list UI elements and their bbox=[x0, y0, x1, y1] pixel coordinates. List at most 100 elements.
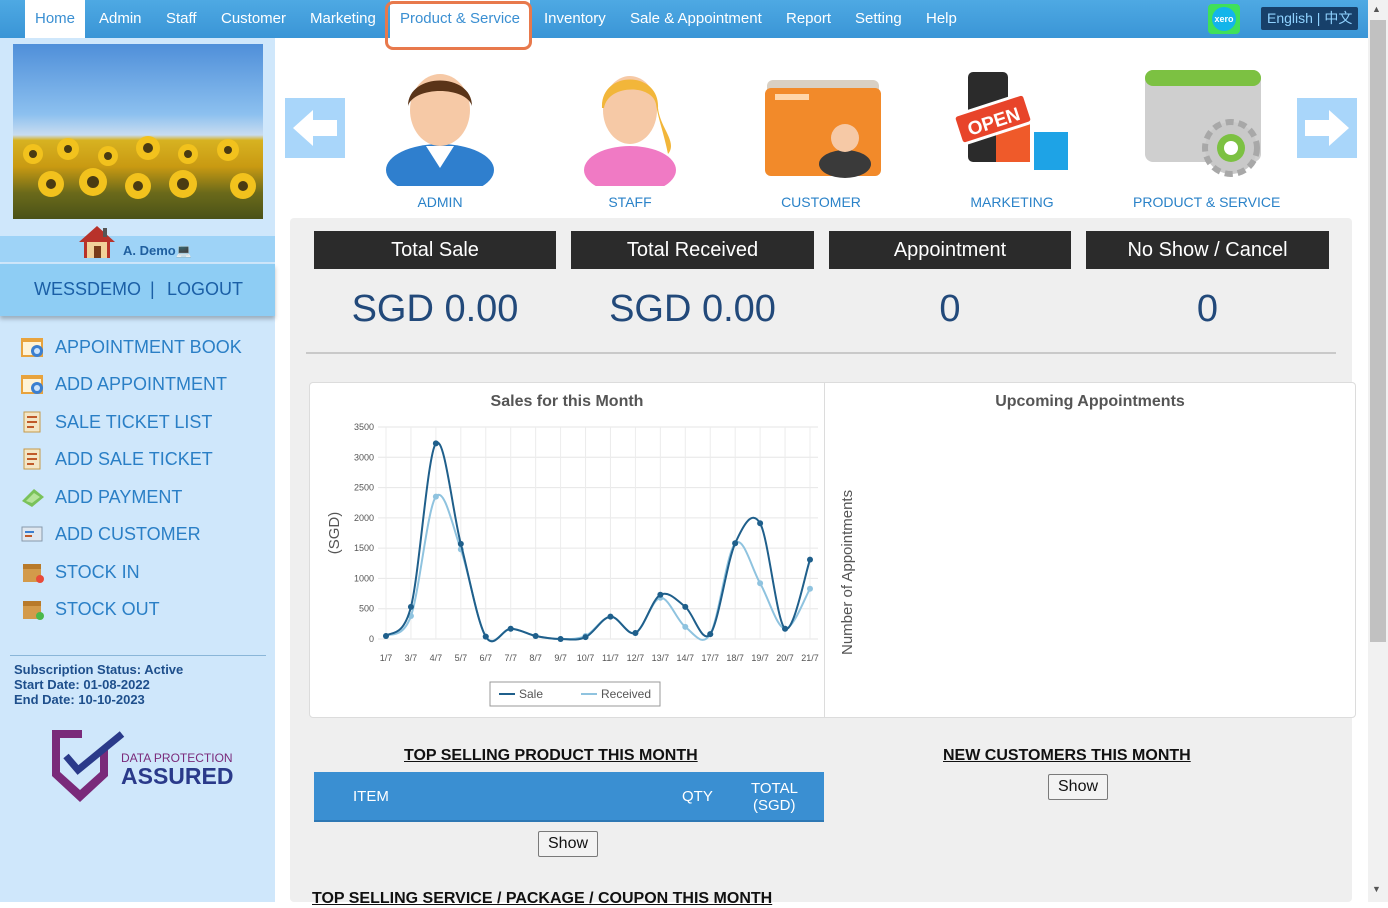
sunflower-field-image bbox=[13, 44, 263, 219]
data-point-received bbox=[757, 580, 764, 587]
data-point-received bbox=[807, 585, 813, 592]
data-point-sale bbox=[507, 625, 514, 632]
scroll-down-arrow-icon[interactable]: ▼ bbox=[1372, 884, 1381, 894]
series-line-sale bbox=[385, 441, 811, 643]
y-tick-label: 3000 bbox=[354, 452, 374, 462]
account-name-link[interactable]: WESSDEMO bbox=[34, 279, 141, 300]
marketing-open-sign-icon: OPEN bbox=[952, 72, 1068, 170]
nav-setting[interactable]: Setting bbox=[855, 0, 902, 38]
appointments-title: Upcoming Appointments bbox=[995, 393, 1185, 410]
series-line-received bbox=[385, 493, 811, 642]
y-tick-label: 2500 bbox=[354, 483, 374, 493]
top-selling-product-title: TOP SELLING PRODUCT THIS MONTH bbox=[404, 747, 698, 764]
nav-product-service[interactable]: Product & Service bbox=[390, 0, 530, 38]
data-point-sale bbox=[557, 636, 564, 642]
carousel-marketing[interactable]: OPEN MARKETING bbox=[942, 58, 1082, 213]
carousel-label-staff: STAFF bbox=[608, 194, 652, 210]
carousel-staff[interactable]: STAFF bbox=[560, 58, 700, 213]
account-separator: | bbox=[150, 279, 155, 299]
calendar-icon bbox=[21, 338, 43, 357]
xero-button[interactable]: xero bbox=[1208, 4, 1240, 34]
x-tick-label: 3/7 bbox=[405, 653, 418, 663]
stat-value-total-received: SGD 0.00 bbox=[609, 288, 776, 330]
x-tick-label: 8/7 bbox=[529, 653, 542, 663]
nav-home[interactable]: Home bbox=[25, 0, 85, 38]
x-tick-label: 6/7 bbox=[480, 653, 493, 663]
data-point-sale bbox=[383, 632, 389, 639]
nav-staff[interactable]: Staff bbox=[166, 0, 197, 38]
stat-value-total-sale: SGD 0.00 bbox=[351, 288, 519, 330]
nav-help[interactable]: Help bbox=[926, 0, 957, 38]
subscription-end-date: End Date: 10-10-2023 bbox=[14, 692, 145, 707]
carousel-admin[interactable]: ADMIN bbox=[370, 58, 510, 213]
data-point-sale bbox=[482, 633, 489, 640]
data-point-sale bbox=[807, 556, 813, 563]
nav-sale-appointment[interactable]: Sale & Appointment bbox=[630, 0, 762, 38]
x-tick-label: 11/7 bbox=[602, 653, 619, 663]
data-point-sale bbox=[682, 603, 689, 610]
x-tick-label: 10/7 bbox=[577, 653, 595, 663]
x-tick-label: 1/7 bbox=[380, 653, 393, 663]
data-point-sale bbox=[707, 631, 714, 638]
carousel-label-customer: CUSTOMER bbox=[781, 194, 861, 210]
carousel-label-product-service: PRODUCT & SERVICE bbox=[1133, 194, 1281, 210]
top-product-table-header: ITEM QTY TOTAL (SGD) bbox=[314, 772, 824, 822]
data-point-received bbox=[432, 493, 439, 500]
carousel-prev-button[interactable] bbox=[285, 98, 345, 158]
box-in-icon bbox=[23, 564, 44, 583]
column-total-currency: (SGD) bbox=[753, 797, 796, 814]
badge-line2: ASSURED bbox=[121, 763, 233, 789]
x-tick-label: 19/7 bbox=[751, 653, 769, 663]
data-point-received bbox=[682, 623, 689, 630]
y-tick-label: 2000 bbox=[354, 513, 374, 523]
nav-inventory[interactable]: Inventory bbox=[544, 0, 606, 38]
column-qty: QTY bbox=[682, 788, 713, 805]
y-tick-label: 1500 bbox=[354, 543, 374, 553]
home-icon[interactable] bbox=[77, 224, 117, 260]
customer-card-icon bbox=[21, 526, 43, 542]
ticket-add-icon bbox=[23, 448, 41, 470]
x-tick-label: 13/7 bbox=[652, 653, 670, 663]
scrollbar-thumb[interactable] bbox=[1370, 20, 1386, 642]
scroll-up-arrow-icon[interactable]: ▲ bbox=[1372, 4, 1381, 14]
nav-marketing[interactable]: Marketing bbox=[310, 0, 376, 38]
legend-label-received: Received bbox=[601, 687, 651, 701]
stat-header-no-show-cancel: No Show / Cancel bbox=[1086, 231, 1329, 269]
shield-check-icon: DATA PROTECTION ASSURED bbox=[52, 730, 233, 802]
sidebar-divider bbox=[10, 655, 266, 656]
ticket-list-icon bbox=[23, 411, 41, 433]
nav-admin[interactable]: Admin bbox=[99, 0, 142, 38]
legend-label-sale: Sale bbox=[519, 687, 543, 701]
money-icon bbox=[22, 489, 44, 507]
show-top-products-button[interactable]: Show bbox=[538, 831, 599, 857]
carousel-customer[interactable]: CUSTOMER bbox=[751, 58, 891, 213]
language-switch[interactable]: English | 中文 bbox=[1261, 7, 1359, 30]
show-new-customers-button[interactable]: Show bbox=[1048, 774, 1109, 800]
stat-value-no-show-cancel: 0 bbox=[1196, 288, 1219, 330]
data-point-sale bbox=[457, 540, 464, 547]
top-selling-service-title: TOP SELLING SERVICE / PACKAGE / COUPON T… bbox=[312, 890, 773, 907]
x-tick-label: 4/7 bbox=[430, 653, 443, 663]
carousel-next-button[interactable] bbox=[1297, 98, 1357, 158]
column-item: ITEM bbox=[353, 788, 389, 805]
y-tick-label: 0 bbox=[369, 634, 374, 644]
data-point-sale bbox=[657, 591, 664, 598]
subscription-status: Subscription Status: Active bbox=[14, 662, 184, 677]
account-bar: WESSDEMO | LOGOUT bbox=[0, 264, 275, 316]
nav-customer[interactable]: Customer bbox=[221, 0, 286, 38]
subscription-start-date: Start Date: 01-08-2022 bbox=[14, 677, 150, 692]
y-tick-label: 1000 bbox=[354, 573, 374, 583]
y-tick-label: 3500 bbox=[354, 422, 374, 432]
stats-divider bbox=[306, 352, 1336, 354]
nav-report[interactable]: Report bbox=[786, 0, 831, 38]
data-point-sale bbox=[732, 540, 739, 547]
stat-header-appointment: Appointment bbox=[829, 231, 1071, 269]
sales-line-chart: 0 500 1000 1500 2000 2500 3000 3500 1/7 3/7 4/7 5/7… bbox=[326, 422, 819, 707]
carousel-product-service[interactable]: PRODUCT & SERVICE bbox=[1133, 58, 1281, 213]
x-tick-label: 5/7 bbox=[455, 653, 468, 663]
logout-link[interactable]: LOGOUT bbox=[167, 279, 243, 300]
y-tick-label: 500 bbox=[359, 604, 374, 614]
data-protection-badge: DATA PROTECTION ASSURED bbox=[48, 728, 238, 808]
sidebar: A. Demo💻 WESSDEMO | LOGOUT APPOINTMENT B… bbox=[0, 38, 275, 902]
x-tick-label: 17/7 bbox=[701, 653, 719, 663]
